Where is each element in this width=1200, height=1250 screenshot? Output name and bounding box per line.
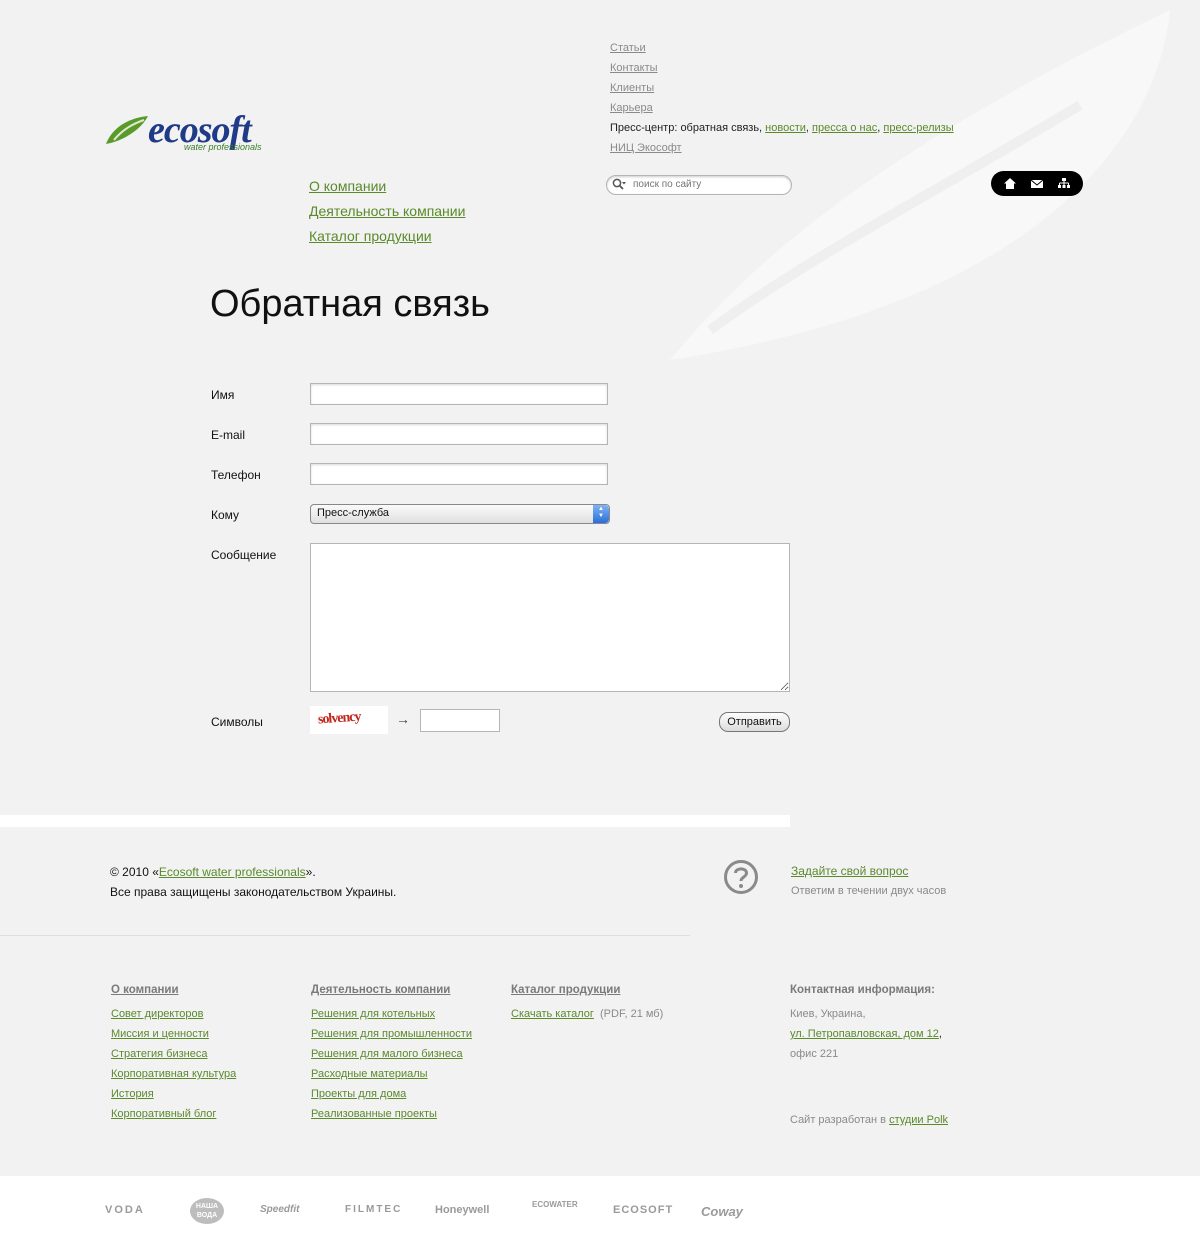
footer-col-company-head[interactable]: О компании xyxy=(111,980,236,1000)
footer-link[interactable]: Проекты для дома xyxy=(311,1084,472,1104)
to-label: Кому xyxy=(211,508,240,522)
rights-text: Все права защищены законодательством Укр… xyxy=(110,885,397,899)
mail-icon[interactable] xyxy=(1030,177,1044,190)
footer-link[interactable]: Расходные материалы xyxy=(311,1064,472,1084)
arrow-icon: → xyxy=(396,711,410,727)
partner-logo[interactable]: FILMTEC xyxy=(345,1204,402,1215)
partner-logo[interactable]: Speedfit xyxy=(260,1204,299,1215)
contact-street-link[interactable]: ул. Петропавловская, дом 12 xyxy=(790,1028,939,1040)
top-link-press-releases[interactable]: пресс-релизы xyxy=(883,122,953,134)
recipient-select[interactable]: Пресс-служба ▲ ▼ xyxy=(310,504,610,524)
contact-office: офис 221 xyxy=(790,1048,839,1060)
email-input[interactable] xyxy=(310,423,608,445)
partners-bar: VODA НАША ВОДА Speedfit FILMTEC Honeywel… xyxy=(0,1176,1200,1250)
main-menu-activity[interactable]: Деятельность компании xyxy=(309,203,465,219)
captcha-image: solvency xyxy=(310,706,388,734)
search-icon[interactable] xyxy=(612,178,626,192)
footer-separator xyxy=(0,935,690,936)
copyright: © 2010 «Ecosoft water professionals». Вс… xyxy=(110,862,396,902)
email-label: E-mail xyxy=(211,428,246,442)
main-menu-catalog[interactable]: Каталог продукции xyxy=(309,228,432,244)
main-menu-company[interactable]: О компании xyxy=(309,178,386,194)
footer-link[interactable]: Миссия и ценности xyxy=(111,1024,236,1044)
copyright-suffix: ». xyxy=(305,865,316,879)
ask-question-subtext: Ответим в течении двух часов xyxy=(791,885,947,897)
quick-icons xyxy=(991,171,1083,196)
partner-logo[interactable]: ECOWATER xyxy=(532,1200,578,1209)
dev-studio-link[interactable]: студии Polk xyxy=(889,1114,948,1126)
partner-logo[interactable]: НАША ВОДА xyxy=(190,1198,224,1224)
phone-input[interactable] xyxy=(310,463,608,485)
top-link-career[interactable]: Карьера xyxy=(610,102,653,114)
footer-link[interactable]: Решения для котельных xyxy=(311,1004,472,1024)
home-icon[interactable] xyxy=(1003,177,1017,190)
leaf-logo-icon xyxy=(106,116,148,144)
footer-link[interactable]: Решения для промышленности xyxy=(311,1024,472,1044)
search-box xyxy=(606,175,792,195)
footer-link[interactable]: Стратегия бизнеса xyxy=(111,1044,236,1064)
ask-question: Задайте свой вопрос Ответим в течении дв… xyxy=(791,861,946,901)
footer-col-catalog-head[interactable]: Каталог продукции xyxy=(511,980,663,1000)
top-link-press-about[interactable]: пресса о нас xyxy=(812,122,877,134)
logo-tagline: water professionals xyxy=(184,142,262,152)
partner-logo[interactable]: Honeywell xyxy=(435,1204,489,1216)
copyright-prefix: © 2010 « xyxy=(110,865,159,879)
contact-city: Киев, Украина, xyxy=(790,1008,866,1020)
footer-link[interactable]: Корпоративный блог xyxy=(111,1104,236,1124)
footer-link[interactable]: Совет директоров xyxy=(111,1004,236,1024)
partner-logo[interactable]: ECOSOFT xyxy=(613,1204,673,1216)
top-link-contacts[interactable]: Контакты xyxy=(610,62,658,74)
download-catalog-link[interactable]: Скачать каталог xyxy=(511,1008,594,1020)
message-textarea[interactable] xyxy=(310,543,790,692)
footer-col-catalog: Каталог продукции Скачать каталог (PDF, … xyxy=(511,980,663,1024)
search-input[interactable] xyxy=(633,177,783,191)
phone-label: Телефон xyxy=(211,468,261,482)
top-link-news[interactable]: новости xyxy=(765,122,806,134)
footer-link[interactable]: Решения для малого бизнеса xyxy=(311,1044,472,1064)
copyright-link[interactable]: Ecosoft water professionals xyxy=(159,865,306,879)
ecosoft-logo[interactable]: ecosoft water professionals xyxy=(104,109,274,158)
catalog-size: (PDF, 21 мб) xyxy=(600,1008,664,1020)
message-label: Сообщение xyxy=(211,548,277,562)
captcha-label: Символы xyxy=(211,715,263,729)
top-link-clients[interactable]: Клиенты xyxy=(610,82,654,94)
select-arrows-icon: ▲ ▼ xyxy=(593,505,609,523)
footer-col-contact-head: Контактная информация: xyxy=(790,984,935,996)
footer-link[interactable]: Реализованные проекты xyxy=(311,1104,472,1124)
recipient-value: Пресс-служба xyxy=(317,507,389,519)
captcha-text: solvency xyxy=(317,709,361,728)
divider-band xyxy=(0,815,790,827)
footer-col-activity-head[interactable]: Деятельность компании xyxy=(311,980,472,1000)
top-link-articles[interactable]: Статьи xyxy=(610,42,646,54)
main-menu: О компании Деятельность компании Каталог… xyxy=(309,174,465,249)
dev-prefix: Сайт разработан в xyxy=(790,1114,886,1126)
page-title: Обратная связь xyxy=(210,283,490,325)
ask-question-link[interactable]: Задайте свой вопрос xyxy=(791,864,908,878)
captcha-input[interactable] xyxy=(420,709,500,732)
press-center-label: Пресс-центр: обратная связь, xyxy=(610,122,763,134)
top-menu: Статьи Контакты Клиенты Карьера Пресс-це… xyxy=(610,42,954,154)
name-label: Имя xyxy=(211,388,235,402)
question-icon[interactable] xyxy=(723,859,759,895)
footer-link[interactable]: История xyxy=(111,1084,236,1104)
footer-link[interactable]: Корпоративная культура xyxy=(111,1064,236,1084)
partner-logo[interactable]: Coway xyxy=(701,1204,743,1219)
footer-col-activity: Деятельность компании Решения для котель… xyxy=(311,980,472,1124)
footer-col-company: О компании Совет директоров Миссия и цен… xyxy=(111,980,236,1124)
partner-logo[interactable]: VODA xyxy=(105,1204,145,1216)
name-input[interactable] xyxy=(310,383,608,405)
sitemap-icon[interactable] xyxy=(1057,177,1071,190)
footer-col-contact: Контактная информация: Киев, Украина, ул… xyxy=(790,980,948,1130)
submit-button[interactable]: Отправить xyxy=(719,712,790,732)
top-link-research[interactable]: НИЦ Экософт xyxy=(610,142,682,154)
